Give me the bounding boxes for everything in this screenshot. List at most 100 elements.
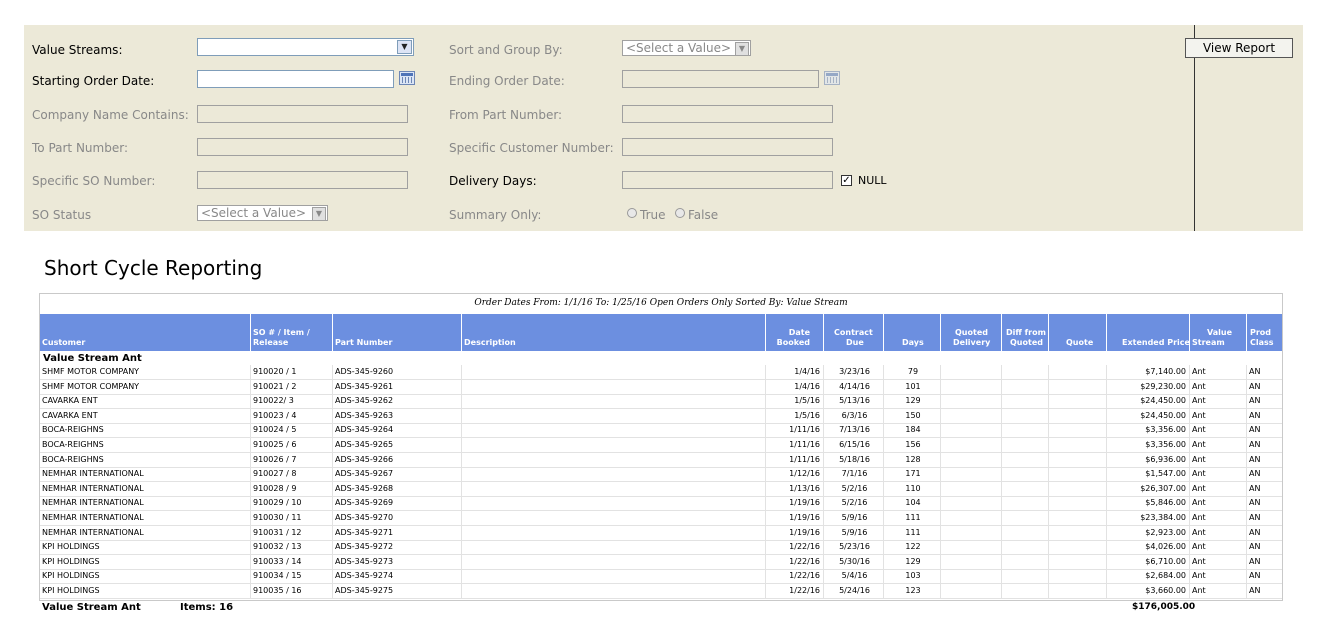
view-report-button[interactable]: View Report (1185, 38, 1293, 58)
cell-date-booked: 1/11/16 (766, 423, 824, 438)
cell-description (462, 408, 766, 423)
cell-value-stream: Ant (1190, 525, 1247, 540)
cell-date-booked: 1/13/16 (766, 481, 824, 496)
cell-diff-quoted (1002, 423, 1049, 438)
cell-part-number: ADS-345-9264 (333, 423, 462, 438)
cell-date-booked: 1/19/16 (766, 496, 824, 511)
report-title: Short Cycle Reporting (44, 256, 263, 280)
specific-so-input[interactable] (197, 171, 408, 189)
col-description: Description (462, 314, 766, 351)
cell-quote (1049, 423, 1107, 438)
starting-order-date-input[interactable] (197, 70, 394, 88)
cell-customer: NEMHAR INTERNATIONAL (40, 525, 251, 540)
cell-part-number: ADS-345-9273 (333, 554, 462, 569)
cell-description (462, 496, 766, 511)
so-status-select[interactable]: <Select a Value> ▼ (197, 205, 328, 221)
cell-quote (1049, 525, 1107, 540)
from-part-number-input[interactable] (622, 105, 833, 123)
cell-part-number: ADS-345-9272 (333, 540, 462, 555)
cell-quote (1049, 394, 1107, 409)
table-row: CAVARKA ENT 910022/ 3 ADS-345-9262 1/5/16 5/… (40, 394, 1282, 410)
cell-so-item: 910035 / 16 (251, 584, 333, 598)
cell-description (462, 467, 766, 482)
cell-extended-price: $6,936.00 (1107, 452, 1190, 467)
company-name-input[interactable] (197, 105, 408, 123)
cell-part-number: ADS-345-9269 (333, 496, 462, 511)
cell-extended-price: $23,384.00 (1107, 511, 1190, 525)
to-part-number-input[interactable] (197, 138, 408, 156)
cell-description (462, 481, 766, 496)
cell-so-item: 910021 / 2 (251, 379, 333, 394)
table-row: NEMHAR INTERNATIONAL 910027 / 8 ADS-345-92… (40, 467, 1282, 483)
group-footer-items: Items: 16 (180, 602, 234, 613)
cell-days: 129 (884, 394, 941, 409)
cell-prod-class: AN (1249, 513, 1261, 522)
null-checkbox[interactable]: ✓ (841, 175, 852, 186)
cell-value-stream: Ant (1190, 423, 1247, 438)
cell-contract-due: 6/15/16 (824, 438, 884, 452)
cell-prod-class: AN (1249, 410, 1261, 420)
cell-quoted-delivery (941, 584, 1002, 598)
chevron-down-icon[interactable]: ▼ (312, 207, 326, 221)
cell-customer: BOCA-REIGHNS (40, 423, 251, 438)
cell-days: 129 (884, 554, 941, 569)
cell-extended-price: $7,140.00 (1107, 365, 1190, 379)
cell-diff-quoted (1002, 408, 1049, 423)
specific-customer-input[interactable] (622, 138, 833, 156)
cell-days: 156 (884, 438, 941, 452)
cell-so-item: 910022/ 3 (251, 394, 333, 409)
cell-date-booked: 1/22/16 (766, 540, 824, 555)
cell-description (462, 379, 766, 394)
summary-false-radio[interactable] (675, 208, 685, 218)
table-row: BOCA-REIGHNS 910024 / 5 ADS-345-9264 1/11/1… (40, 423, 1282, 439)
table-row: NEMHAR INTERNATIONAL 910028 / 9 ADS-345-92… (40, 481, 1282, 497)
col-ext-label: Extended Price (1122, 338, 1190, 347)
cell-diff-quoted (1002, 467, 1049, 482)
cell-quote (1049, 584, 1107, 598)
delivery-days-input[interactable] (622, 171, 833, 189)
cell-quoted-delivery (941, 467, 1002, 482)
col-value-stream: Value Stream (1190, 314, 1247, 351)
cell-quoted-delivery (941, 540, 1002, 555)
cell-so-item: 910027 / 8 (251, 467, 333, 482)
cell-value-stream: Ant (1190, 379, 1247, 394)
summary-true-label: True (640, 208, 666, 222)
cell-value-stream: Ant (1190, 408, 1247, 423)
cell-value-stream: Ant (1190, 554, 1247, 569)
col-part-label: Part Number (335, 338, 393, 347)
table-row: SHMF MOTOR COMPANY 910020 / 1 ADS-345-9260… (40, 365, 1282, 380)
sort-group-select[interactable]: <Select a Value> ▼ (622, 40, 751, 56)
calendar-icon[interactable] (824, 71, 840, 85)
cell-diff-quoted (1002, 496, 1049, 511)
cell-diff-quoted (1002, 525, 1049, 540)
cell-customer: CAVARKA ENT (40, 394, 251, 409)
cell-description (462, 511, 766, 525)
value-streams-label: Value Streams: (32, 43, 123, 57)
calendar-icon[interactable] (399, 71, 415, 85)
cell-extended-price: $1,547.00 (1107, 467, 1190, 482)
cell-so-item: 910033 / 14 (251, 554, 333, 569)
cell-quote (1049, 511, 1107, 525)
col-customer-label: Customer (42, 338, 86, 347)
cell-customer: NEMHAR INTERNATIONAL (40, 496, 251, 511)
cell-customer: SHMF MOTOR COMPANY (40, 365, 251, 379)
cell-extended-price: $5,846.00 (1107, 496, 1190, 511)
value-streams-select[interactable]: ▼ (197, 38, 414, 56)
specific-customer-label: Specific Customer Number: (449, 141, 614, 155)
table-row: KPI HOLDINGS 910035 / 16 ADS-345-9275 1/22/… (40, 584, 1282, 599)
cell-so-item: 910026 / 7 (251, 452, 333, 467)
col-diff-label-bottom: Quoted (1010, 338, 1043, 347)
cell-prod-class: AN (1249, 396, 1261, 406)
summary-true-radio[interactable] (627, 208, 637, 218)
cell-quote (1049, 481, 1107, 496)
cell-date-booked: 1/4/16 (766, 365, 824, 379)
cell-customer: SHMF MOTOR COMPANY (40, 379, 251, 394)
cell-diff-quoted (1002, 379, 1049, 394)
chevron-down-icon[interactable]: ▼ (397, 40, 412, 54)
cell-part-number: ADS-345-9275 (333, 584, 462, 598)
chevron-down-icon[interactable]: ▼ (735, 42, 749, 56)
col-contract-label-top: Contract (834, 328, 873, 337)
col-prod-class: Prod Class (1247, 314, 1282, 351)
cell-days: 150 (884, 408, 941, 423)
ending-order-date-input[interactable] (622, 70, 819, 88)
